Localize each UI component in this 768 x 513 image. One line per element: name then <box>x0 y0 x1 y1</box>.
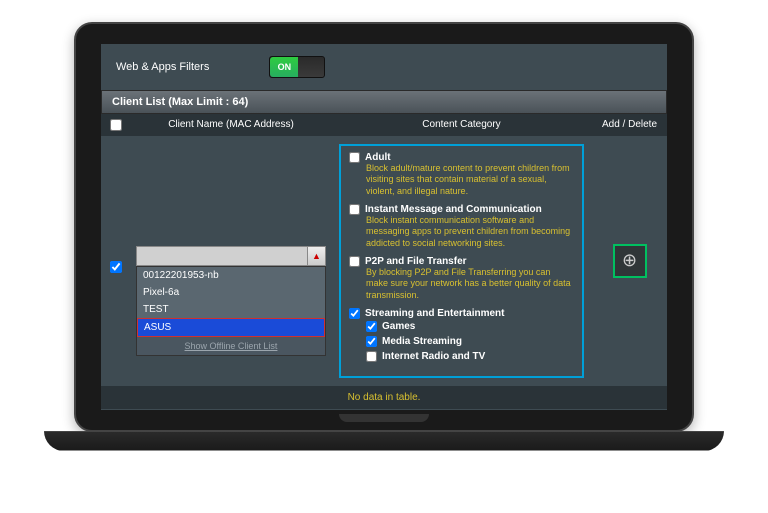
dropdown-item[interactable]: Pixel-6a <box>137 284 325 301</box>
header-action: Add / Delete <box>592 114 667 136</box>
category-checkbox-stream[interactable] <box>349 308 360 319</box>
laptop-notch <box>339 414 429 422</box>
client-select[interactable]: ▲ <box>136 246 326 266</box>
table-header-row: Client Name (MAC Address) Content Catego… <box>101 114 667 136</box>
subcategory-media: Media Streaming <box>366 334 574 349</box>
header-category: Content Category <box>331 114 592 136</box>
category-desc: Block adult/mature content to prevent ch… <box>366 163 574 198</box>
filter-toggle[interactable]: ON <box>269 56 325 78</box>
category-title: Adult <box>365 152 391 163</box>
category-item-im: Instant Message and Communication Block … <box>349 204 574 250</box>
sub-checkbox-media[interactable] <box>366 336 377 347</box>
category-item-p2p: P2P and File Transfer By blocking P2P an… <box>349 256 574 302</box>
client-list-header: Client List (Max Limit : 64) <box>101 90 667 114</box>
router-admin-page: Web & Apps Filters ON Client List (Max L… <box>101 44 667 410</box>
category-title: P2P and File Transfer <box>365 256 467 267</box>
header-client: Client Name (MAC Address) <box>131 114 331 136</box>
category-title: Instant Message and Communication <box>365 204 542 215</box>
laptop-frame: Web & Apps Filters ON Client List (Max L… <box>44 22 724 492</box>
category-item-adult: Adult Block adult/mature content to prev… <box>349 152 574 198</box>
toggle-on-label: ON <box>270 57 298 77</box>
plus-icon: ⊕ <box>622 250 637 271</box>
row-checkbox[interactable] <box>110 261 122 273</box>
table-body: ▲ 00122201953-nb Pixel-6a TEST ASUS Show… <box>101 136 667 386</box>
category-checkbox-adult[interactable] <box>349 152 360 163</box>
select-all-checkbox[interactable] <box>110 119 122 131</box>
sub-label: Media Streaming <box>382 336 462 347</box>
dropdown-item-selected[interactable]: ASUS <box>137 318 325 337</box>
no-data-message: No data in table. <box>101 386 667 409</box>
subcategory-games: Games <box>366 319 574 334</box>
dropdown-item[interactable]: 00122201953-nb <box>137 267 325 284</box>
action-cell: ⊕ <box>592 136 667 386</box>
laptop-base <box>44 431 724 451</box>
category-cell: Adult Block adult/mature content to prev… <box>331 136 592 386</box>
add-button[interactable]: ⊕ <box>613 244 647 278</box>
header-checkbox-cell <box>101 114 131 136</box>
sub-label: Internet Radio and TV <box>382 351 485 362</box>
client-dropdown: 00122201953-nb Pixel-6a TEST ASUS Show O… <box>136 266 326 356</box>
laptop-screen: Web & Apps Filters ON Client List (Max L… <box>74 22 694 432</box>
client-cell: ▲ 00122201953-nb Pixel-6a TEST ASUS Show… <box>131 136 331 386</box>
category-item-stream: Streaming and Entertainment Games Media … <box>349 308 574 364</box>
category-desc: By blocking P2P and File Transferring yo… <box>366 267 574 302</box>
sub-checkbox-radio[interactable] <box>366 351 377 362</box>
dropdown-item[interactable]: TEST <box>137 301 325 318</box>
subcategory-radio: Internet Radio and TV <box>366 349 574 364</box>
category-title: Streaming and Entertainment <box>365 308 504 319</box>
row-check-cell <box>101 136 131 386</box>
show-offline-link[interactable]: Show Offline Client List <box>137 337 325 355</box>
dropdown-arrow-icon[interactable]: ▲ <box>307 247 325 265</box>
category-box: Adult Block adult/mature content to prev… <box>339 144 584 378</box>
filter-toggle-row: Web & Apps Filters ON <box>101 44 667 90</box>
category-desc: Block instant communication software and… <box>366 215 574 250</box>
sub-label: Games <box>382 321 415 332</box>
filter-label: Web & Apps Filters <box>116 61 209 73</box>
category-checkbox-im[interactable] <box>349 204 360 215</box>
category-checkbox-p2p[interactable] <box>349 256 360 267</box>
sub-checkbox-games[interactable] <box>366 321 377 332</box>
